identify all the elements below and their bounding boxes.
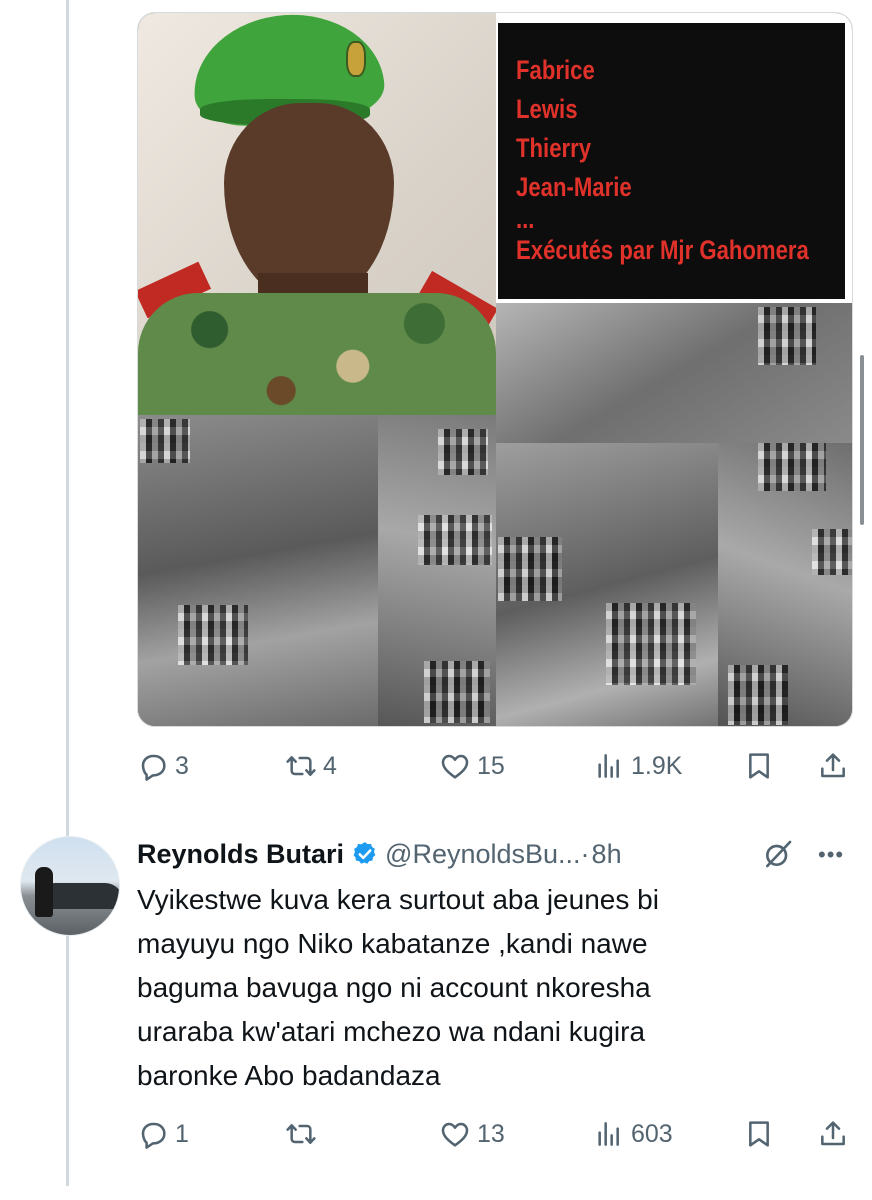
share-icon	[821, 1121, 845, 1146]
reply-count: 1	[175, 1119, 189, 1148]
reply-count: 3	[175, 751, 189, 780]
tweet-action-bar: 3 4 15 1.9K	[137, 746, 853, 786]
pixelation-block	[418, 515, 492, 565]
scrollbar[interactable]	[860, 355, 864, 525]
reply-text: Vyikestwe kuva kera surtout aba jeunes b…	[137, 878, 847, 1098]
user-handle[interactable]: @ReynoldsBu...	[385, 839, 581, 870]
grok-icon[interactable]	[762, 838, 794, 870]
retweet-icon	[286, 1124, 316, 1144]
pixelation-block	[424, 661, 490, 723]
retweet-count: 4	[323, 751, 337, 780]
reply-text-line: uraraba kw'atari mchezo wa ndani kugira	[137, 1016, 646, 1047]
bookmark-icon	[749, 753, 769, 779]
views-icon	[598, 1122, 619, 1146]
pixelation-block	[728, 665, 788, 725]
overlay-name-3: Thierry	[516, 133, 592, 163]
verified-badge-icon	[353, 842, 376, 864]
bookmark-button[interactable]	[743, 746, 775, 786]
pixelation-block	[758, 443, 826, 491]
camouflage-uniform-shape	[138, 293, 496, 415]
reply-text-line: mayuyu ngo Niko kabatanze ,kandi nawe	[137, 928, 648, 959]
soldier-portrait-image	[138, 13, 496, 415]
pixelation-block	[812, 529, 852, 575]
reply-header: Reynolds Butari @ReynoldsBu... · 8h	[137, 834, 622, 874]
overlay-name-2: Lewis	[516, 94, 578, 124]
avatar-car-shape	[43, 883, 119, 909]
reply-button[interactable]: 1	[137, 1114, 189, 1154]
bookmark-button[interactable]	[743, 1114, 775, 1154]
display-name[interactable]: Reynolds Butari	[137, 839, 344, 870]
thread-line-bottom	[66, 938, 69, 1186]
reply-text-line: Vyikestwe kuva kera surtout aba jeunes b…	[137, 884, 659, 915]
reply-action-bar: 1 13 603	[137, 1114, 853, 1154]
names-overlay-panel: Fabrice Lewis Thierry Jean-Marie ... Exé…	[498, 23, 845, 299]
views-count: 603	[631, 1119, 673, 1148]
names-overlay: Fabrice Lewis Thierry Jean-Marie ... Exé…	[496, 13, 852, 303]
like-button[interactable]: 15	[439, 746, 505, 786]
more-icon[interactable]: •••	[818, 842, 844, 868]
reply-icon	[141, 754, 166, 781]
retweet-icon	[286, 756, 316, 776]
blurred-photo-3	[378, 415, 496, 726]
share-button[interactable]	[817, 1114, 849, 1154]
overlay-caption: Exécutés par Mjr Gahomera	[516, 235, 809, 265]
pixelation-block	[178, 605, 248, 665]
reply-button[interactable]: 3	[137, 746, 189, 786]
pixelation-block	[140, 419, 190, 463]
tweet-media[interactable]: Fabrice Lewis Thierry Jean-Marie ... Exé…	[137, 12, 853, 727]
bookmark-icon	[749, 1121, 769, 1147]
blurred-photo-1	[496, 303, 852, 443]
heart-icon	[441, 1122, 469, 1147]
overlay-name-1: Fabrice	[516, 55, 595, 85]
pixelation-block	[758, 307, 816, 365]
avatar-person-shape	[35, 867, 53, 917]
reply-text-line: baguma bavuga ngo ni account nkoresha	[137, 972, 651, 1003]
blurred-photo-5	[718, 443, 852, 726]
retweet-button[interactable]	[285, 1114, 323, 1154]
reply-text-line: baronke Abo badandaza	[137, 1060, 441, 1091]
heart-icon	[441, 754, 469, 779]
pixelation-block	[606, 603, 696, 685]
pixelation-block	[498, 537, 562, 601]
blurred-photo-4	[496, 443, 718, 726]
overlay-ellipsis: ...	[516, 204, 535, 234]
blurred-photo-2	[138, 415, 378, 726]
pixelation-block	[438, 429, 488, 475]
share-button[interactable]	[817, 746, 849, 786]
like-count: 13	[477, 1119, 505, 1148]
separator-dot: ·	[580, 838, 590, 869]
beret-badge-shape	[346, 41, 366, 77]
reply-icon	[141, 1122, 166, 1149]
avatar[interactable]	[20, 836, 120, 936]
timestamp[interactable]: 8h	[592, 839, 622, 870]
overlay-name-4: Jean-Marie	[516, 172, 632, 202]
views-icon	[598, 754, 619, 778]
views-button[interactable]: 1.9K	[593, 746, 682, 786]
share-icon	[821, 753, 845, 778]
retweet-button[interactable]: 4	[285, 746, 337, 786]
views-button[interactable]: 603	[593, 1114, 673, 1154]
like-button[interactable]: 13	[439, 1114, 505, 1154]
like-count: 15	[477, 751, 505, 780]
views-count: 1.9K	[631, 751, 683, 780]
